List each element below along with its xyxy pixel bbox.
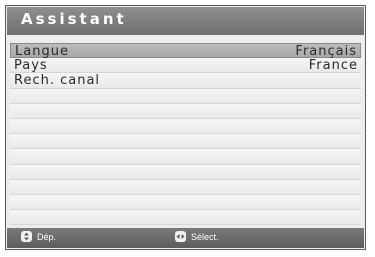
- empty-row: [10, 179, 361, 195]
- menu-item-label: Langue: [15, 44, 69, 59]
- menu-item-label: Pays: [14, 58, 48, 74]
- left-right-arrows-icon: [175, 231, 186, 242]
- menu-item-value: France: [308, 58, 358, 74]
- menu-item-value: Français: [295, 44, 357, 59]
- page-title: Assistant: [21, 10, 127, 28]
- empty-row: [10, 194, 361, 211]
- empty-row: [10, 134, 361, 150]
- assistant-window: Assistant Langue Français Pays France Re…: [5, 5, 366, 250]
- menu-item-pays[interactable]: Pays France: [10, 58, 361, 74]
- menu-item-label: Rech. canal: [14, 73, 101, 89]
- settings-list: Langue Français Pays France Rech. canal: [10, 43, 361, 226]
- hint-label: Sélect.: [191, 231, 219, 242]
- empty-row: [10, 164, 361, 180]
- empty-row: [10, 149, 361, 165]
- footer-bar: Dép. Sélect.: [7, 228, 364, 248]
- header-bar: Assistant: [7, 7, 364, 35]
- hint-select: Sélect.: [175, 231, 219, 242]
- menu-item-langue[interactable]: Langue Français: [10, 43, 361, 59]
- hint-label: Dép.: [37, 231, 57, 242]
- hint-navigate: Dép.: [21, 231, 56, 242]
- empty-row: [10, 118, 361, 135]
- empty-row: [10, 103, 361, 119]
- empty-row: [10, 210, 361, 226]
- empty-row: [10, 88, 361, 104]
- up-down-arrows-icon: [21, 231, 32, 242]
- menu-item-rech-canal[interactable]: Rech. canal: [10, 73, 361, 89]
